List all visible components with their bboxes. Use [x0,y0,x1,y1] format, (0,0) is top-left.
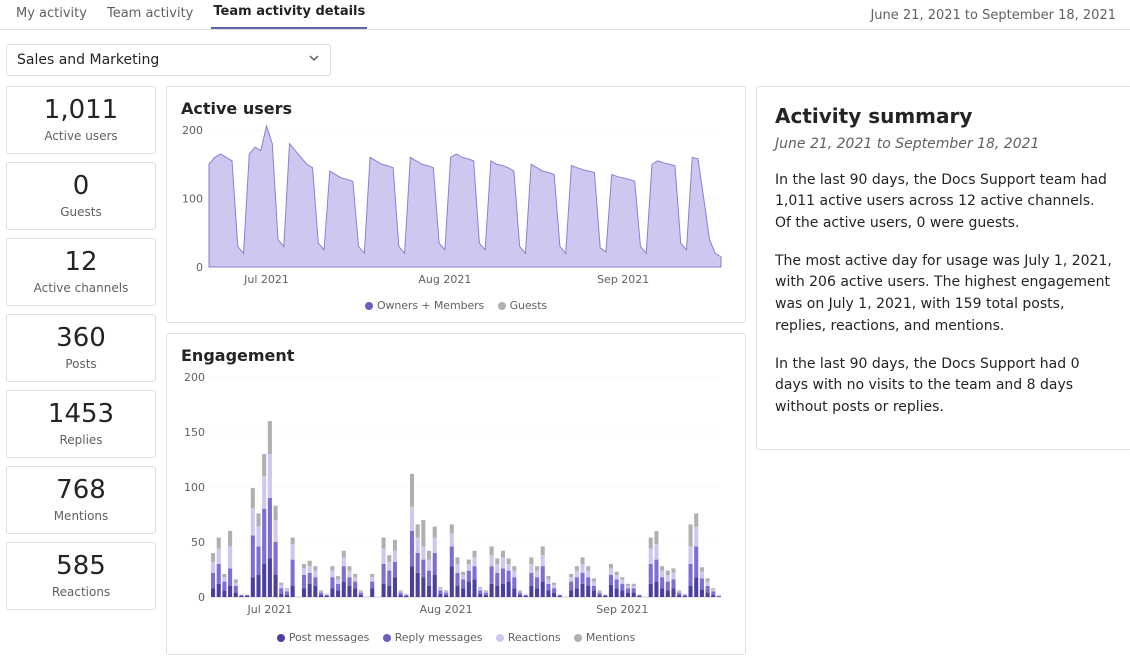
svg-text:0: 0 [198,591,205,604]
chart-engagement-svg: 0 50 100 150 200 Jul 2021 Aug 2021 Sep 2021 [181,371,731,621]
stat-active-users[interactable]: 1,011 Active users [6,86,156,154]
legend-dot-mentions-icon [574,634,582,642]
svg-text:100: 100 [182,193,203,206]
chart-title: Engagement [181,346,731,365]
stat-value: 1453 [11,399,151,429]
summary-paragraph: In the last 90 days, the Docs Support ha… [775,354,1113,419]
tab-my-activity[interactable]: My activity [14,0,89,29]
legend-label: Reactions [508,631,561,644]
svg-text:Sep 2021: Sep 2021 [597,273,649,286]
stat-mentions[interactable]: 768 Mentions [6,466,156,534]
stat-replies[interactable]: 1453 Replies [6,390,156,458]
stat-guests[interactable]: 0 Guests [6,162,156,230]
stat-label: Guests [11,205,151,219]
stat-label: Replies [11,433,151,447]
stat-value: 0 [11,171,151,201]
stat-label: Reactions [11,585,151,599]
date-range: June 21, 2021 to September 18, 2021 [870,8,1116,29]
chart-active-users-svg: 0 100 200 Jul 2021 Aug 2021 Sep 2021 [181,124,731,289]
stat-label: Posts [11,357,151,371]
svg-text:200: 200 [182,124,203,137]
svg-text:50: 50 [191,536,205,549]
legend-dot-guests-icon [498,302,506,310]
chart-engagement-legend: Post messages Reply messages Reactions M… [181,631,731,644]
tab-team-activity-details[interactable]: Team activity details [211,0,367,29]
tabs: My activity Team activity Team activity … [14,4,367,29]
tab-team-activity[interactable]: Team activity [105,0,195,29]
stat-value: 585 [11,551,151,581]
legend-dot-posts-icon [277,634,285,642]
team-selector[interactable]: Sales and Marketing [6,44,331,76]
svg-text:0: 0 [196,261,203,274]
svg-text:Jul 2021: Jul 2021 [243,273,289,286]
stat-posts[interactable]: 360 Posts [6,314,156,382]
svg-text:200: 200 [184,371,205,384]
legend-label: Owners + Members [377,299,484,312]
summary-paragraph: In the last 90 days, the Docs Support te… [775,170,1113,235]
legend-label: Guests [510,299,547,312]
chevron-down-icon [308,52,320,68]
legend-label: Reply messages [395,631,483,644]
chart-title: Active users [181,99,731,118]
charts-column: Active users 0 100 200 Jul 2021 Aug 2021 Sep … [166,86,746,655]
legend-label: Mentions [586,631,635,644]
svg-text:150: 150 [184,426,205,439]
summary-paragraph: The most active day for usage was July 1… [775,251,1113,338]
stat-label: Active users [11,129,151,143]
stats-column: 1,011 Active users 0 Guests 12 Active ch… [6,86,156,655]
svg-text:Jul 2021: Jul 2021 [247,603,293,616]
stat-value: 768 [11,475,151,505]
chart-engagement: Engagement 0 50 100 150 200 Jul 2021 Aug 2021 S… [166,333,746,655]
legend-dot-reactions-icon [496,634,504,642]
stat-active-channels[interactable]: 12 Active channels [6,238,156,306]
stat-value: 360 [11,323,151,353]
legend-label: Post messages [289,631,369,644]
top-bar: My activity Team activity Team activity … [0,0,1130,30]
legend-dot-owners-icon [365,302,373,310]
stat-label: Mentions [11,509,151,523]
chart-active-legend: Owners + Members Guests [181,299,731,312]
legend-dot-replies-icon [383,634,391,642]
team-selector-value: Sales and Marketing [17,52,159,68]
svg-text:Aug 2021: Aug 2021 [420,603,473,616]
summary-title: Activity summary [775,101,1113,132]
svg-text:Sep 2021: Sep 2021 [596,603,648,616]
stat-reactions[interactable]: 585 Reactions [6,542,156,610]
chart-active-users: Active users 0 100 200 Jul 2021 Aug 2021 Sep … [166,86,746,323]
stat-value: 1,011 [11,95,151,125]
svg-text:Aug 2021: Aug 2021 [418,273,471,286]
stat-label: Active channels [11,281,151,295]
stat-value: 12 [11,247,151,277]
summary-subtitle: June 21, 2021 to September 18, 2021 [775,134,1113,156]
svg-text:100: 100 [184,481,205,494]
activity-summary: Activity summary June 21, 2021 to Septem… [756,86,1130,450]
